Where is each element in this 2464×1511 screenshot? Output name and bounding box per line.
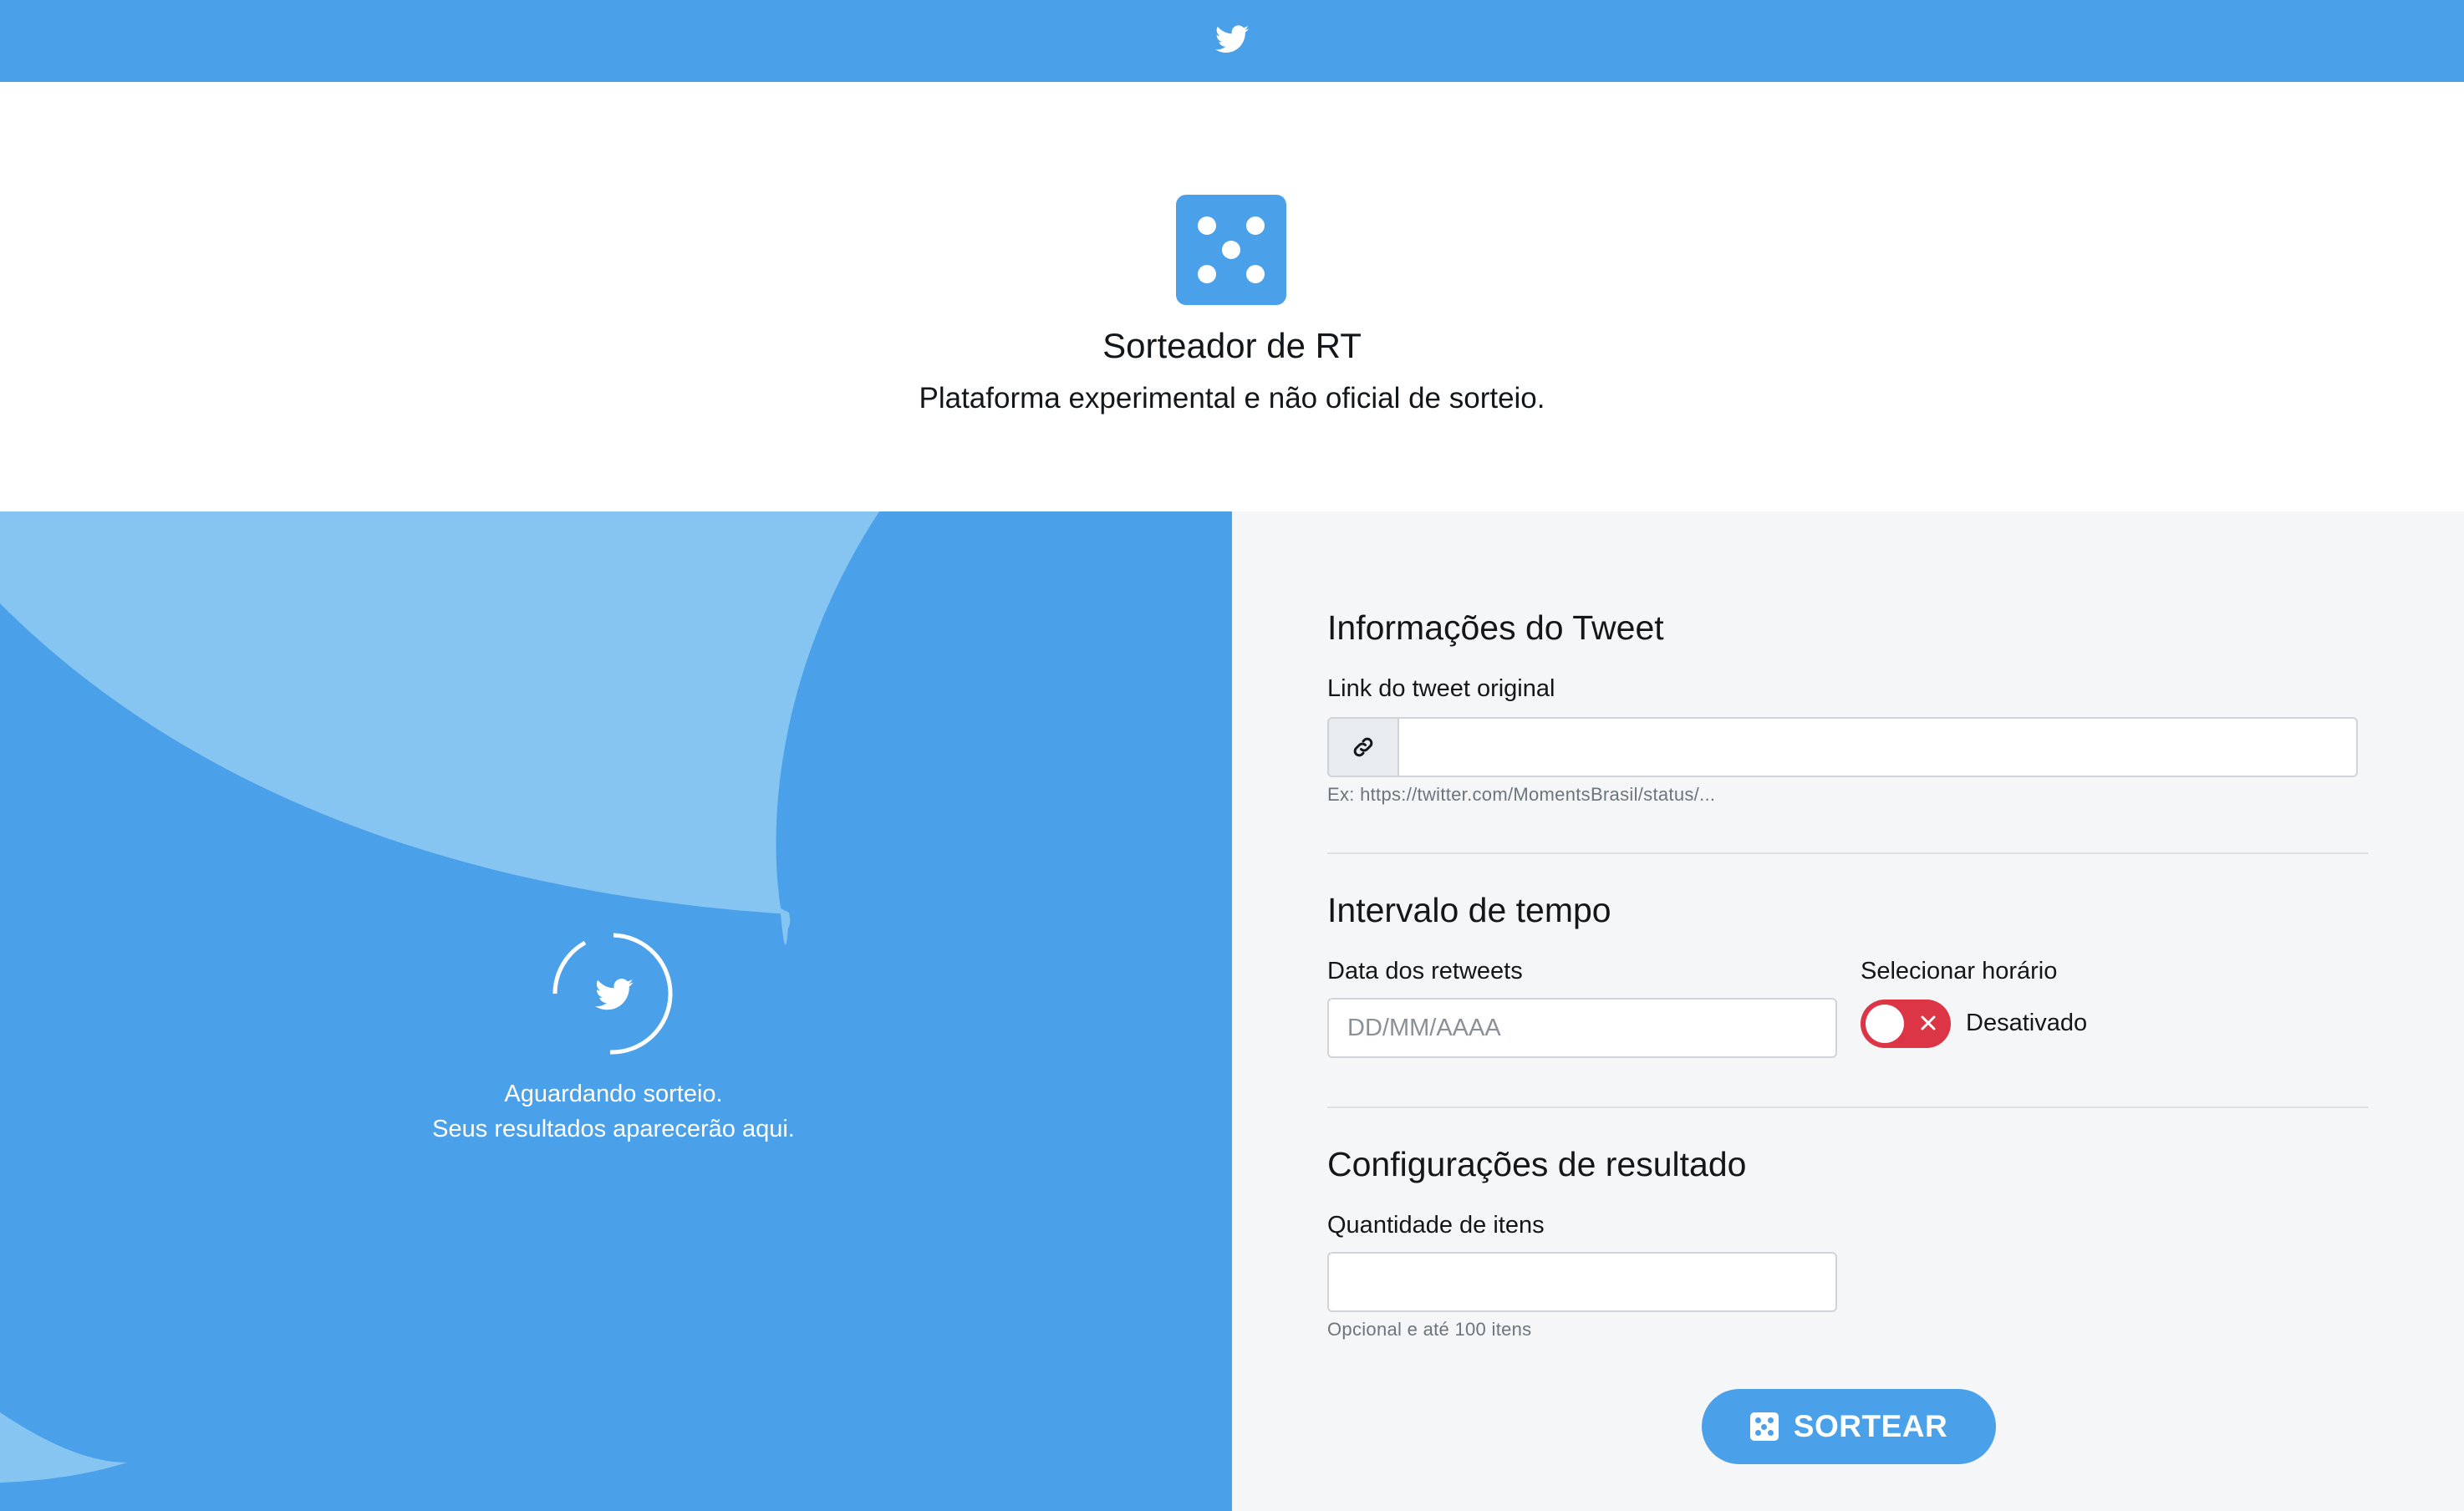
tweet-link-input[interactable] [1397, 717, 2358, 777]
loading-spinner [552, 933, 673, 1055]
divider [1327, 852, 2369, 854]
waiting-line-2: Seus resultados aparecerão aqui. [432, 1116, 795, 1142]
page-subtitle: Plataforma experimental e não oficial de… [919, 382, 1545, 415]
top-bar [0, 0, 2464, 82]
quantity-label: Quantidade de itens [1327, 1212, 1545, 1239]
link-icon [1327, 717, 1397, 777]
quantity-hint: Opcional e até 100 itens [1327, 1319, 1532, 1340]
waiting-line-1: Aguardando sorteio. [504, 1081, 723, 1107]
close-icon [1921, 1015, 1936, 1030]
tweet-link-hint: Ex: https://twitter.com/MomentsBrasil/st… [1327, 784, 1716, 805]
dice-five-icon [1749, 1412, 1779, 1441]
page-title: Sorteador de RT [1102, 326, 1362, 365]
date-label: Data dos retweets [1327, 958, 1523, 984]
section-title-tweet: Informações do Tweet [1327, 608, 1664, 647]
time-select-label: Selecionar horário [1861, 958, 2058, 984]
divider [1327, 1107, 2369, 1108]
quantity-input[interactable] [1327, 1252, 1837, 1312]
tweet-link-label: Link do tweet original [1327, 675, 1555, 702]
tweet-link-input-group [1327, 717, 2358, 777]
date-input[interactable] [1327, 998, 1837, 1058]
draw-button-label: SORTEAR [1793, 1409, 1948, 1443]
draw-button[interactable]: SORTEAR [1702, 1389, 1996, 1464]
waiting-message: Aguardando sorteio. Seus resultados apar… [0, 1076, 1227, 1147]
toggle-knob [1866, 1005, 1904, 1043]
section-title-time: Intervalo de tempo [1327, 891, 1611, 929]
time-toggle[interactable] [1861, 1000, 1951, 1048]
section-title-result: Configurações de resultado [1327, 1145, 1747, 1183]
twitter-bird-icon[interactable] [1215, 25, 1249, 53]
dice-five-icon [1176, 195, 1286, 305]
toggle-state-label: Desativado [1966, 1010, 2088, 1036]
